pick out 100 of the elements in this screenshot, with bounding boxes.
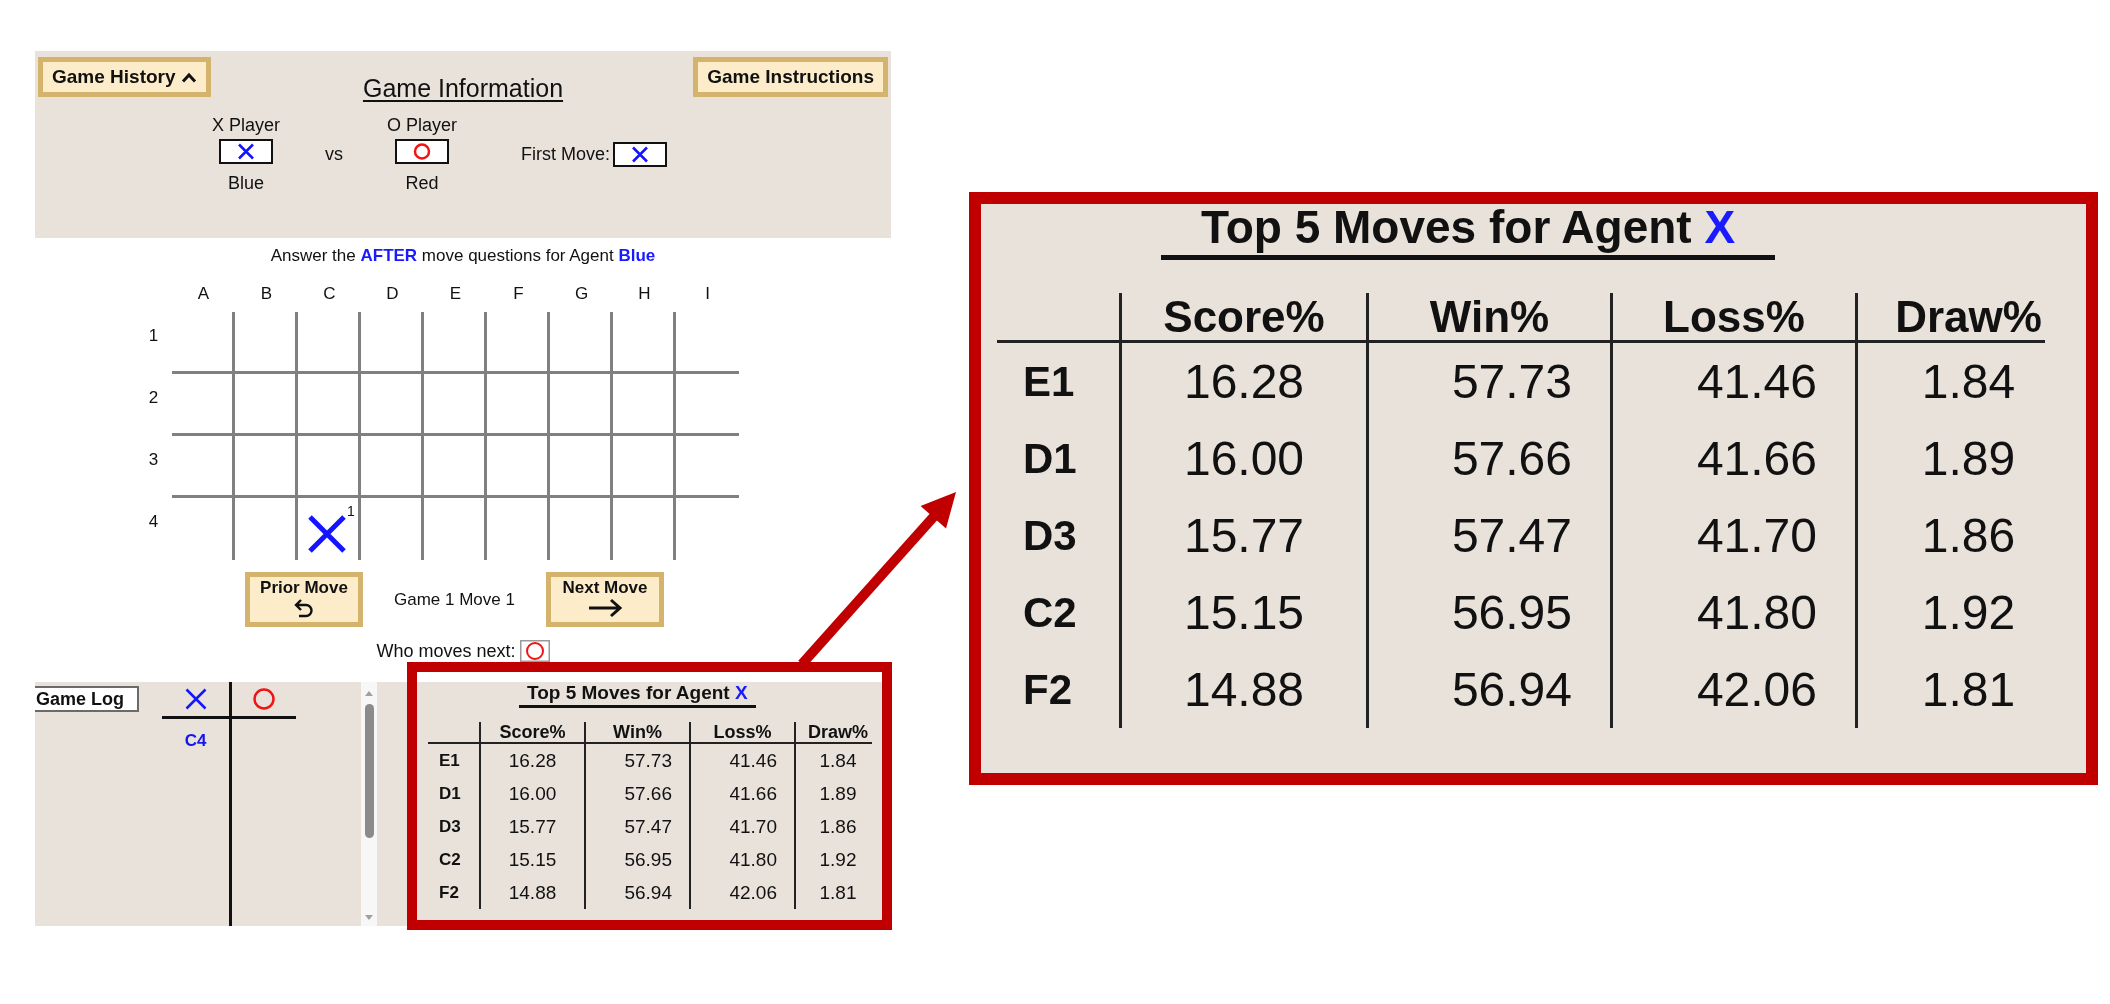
move-label: D1: [1022, 434, 1078, 484]
column-label: A: [196, 284, 211, 305]
first-move-label: First Move:: [521, 143, 610, 165]
column-label: B: [259, 284, 274, 305]
table-cell: 1.86: [794, 810, 872, 843]
column-header: Win%: [584, 722, 689, 744]
table-cell: 1.89: [794, 777, 872, 810]
next-turn-label: Who moves next:: [376, 640, 516, 662]
table-cell: 1.84: [794, 744, 872, 777]
table-cell: 57.47: [584, 810, 689, 843]
table-cell: 1.89: [1855, 420, 2045, 497]
table-cell: 57.73: [584, 744, 689, 777]
next-move-button[interactable]: Next Move: [546, 572, 664, 627]
instruction-text: Answer the AFTER move questions for Agent Blue: [269, 246, 657, 266]
game-instructions-button[interactable]: Game Instructions: [693, 57, 888, 97]
player-label: X Player: [212, 114, 280, 136]
column-label: G: [573, 284, 590, 305]
move-label: C2: [438, 849, 462, 871]
game-history-button[interactable]: Game History: [38, 57, 211, 97]
table-cell: 1.92: [1855, 574, 2045, 651]
panel-title: Game Information: [362, 74, 564, 102]
player-color-label: Blue: [228, 172, 264, 194]
row-label: 2: [147, 387, 160, 409]
move-status: Game 1 Move 1: [393, 589, 516, 610]
undo-arrow-icon: [294, 598, 314, 618]
column-label: H: [637, 284, 652, 305]
table-cell: 57.73: [1366, 343, 1610, 420]
column-label: C: [322, 284, 337, 305]
table-cell: 56.95: [1366, 574, 1610, 651]
column-header: Win%: [1366, 293, 1610, 343]
column-label: I: [704, 284, 711, 305]
x-mark-icon: [183, 687, 208, 711]
table-cell: 41.80: [1610, 574, 1855, 651]
o-mark-icon: [252, 687, 276, 711]
table-cell: 41.70: [689, 810, 794, 843]
move-label: F2: [1022, 665, 1073, 715]
table-cell: 57.47: [1366, 497, 1610, 574]
table-cell: 41.66: [1610, 420, 1855, 497]
move-label: D3: [1022, 511, 1078, 561]
move-number: 1: [347, 504, 355, 518]
x-mark-icon: [307, 514, 347, 554]
column-header: Score%: [1119, 293, 1366, 343]
board-grid[interactable]: [172, 312, 739, 560]
o-mark-icon: [519, 640, 550, 662]
table-cell: 16.28: [1119, 343, 1366, 420]
table-title: Top 5 Moves for Agent: [527, 683, 730, 703]
table-cell: 41.46: [689, 744, 794, 777]
table-cell: 41.46: [1610, 343, 1855, 420]
table-cell: 1.81: [794, 876, 872, 909]
table-cell: 14.88: [1119, 651, 1366, 728]
x-mark-icon: [219, 139, 273, 164]
column-label: F: [512, 284, 525, 305]
table-cell: 57.66: [1366, 420, 1610, 497]
move-label: F2: [438, 882, 460, 904]
row-label: 4: [147, 511, 160, 533]
table-cell: 41.80: [689, 843, 794, 876]
table-cell: 41.70: [1610, 497, 1855, 574]
table-cell: 15.77: [1119, 497, 1366, 574]
row-label: 1: [147, 325, 160, 347]
move-label: C2: [1022, 588, 1078, 638]
table-cell: 15.15: [1119, 574, 1366, 651]
table-cell: 1.86: [1855, 497, 2045, 574]
column-header: Loss%: [689, 722, 794, 744]
agent-name: X: [1704, 204, 1736, 250]
player-color-label: Red: [405, 172, 439, 194]
prior-move-button[interactable]: Prior Move: [245, 572, 363, 627]
table-cell: 42.06: [689, 876, 794, 909]
column-header: Score%: [479, 722, 584, 744]
column-label: D: [385, 284, 400, 305]
move-entry: C4: [184, 731, 207, 751]
column-label: E: [448, 284, 463, 305]
o-mark-icon: [395, 139, 449, 164]
table-cell: 16.00: [1119, 420, 1366, 497]
table-cell: 15.15: [479, 843, 584, 876]
table-cell: 15.77: [479, 810, 584, 843]
move-label: E1: [1022, 357, 1076, 407]
game-log-label: Game Log: [35, 686, 139, 712]
player-label: O Player: [387, 114, 457, 136]
move-label: E1: [438, 750, 461, 772]
column-header: Draw%: [1855, 293, 2045, 343]
scrollbar[interactable]: [361, 682, 377, 926]
right-arrow-icon: [587, 598, 623, 618]
table-cell: 1.81: [1855, 651, 2045, 728]
move-label: D3: [438, 816, 462, 838]
chevron-up-icon: [180, 71, 197, 83]
scroll-up-arrow-icon[interactable]: [365, 691, 373, 696]
table-cell: 42.06: [1610, 651, 1855, 728]
column-header: Draw%: [794, 722, 872, 744]
table-cell: 41.66: [689, 777, 794, 810]
scrollbar-thumb[interactable]: [364, 704, 374, 838]
table-cell: 56.95: [584, 843, 689, 876]
table-cell: 14.88: [479, 876, 584, 909]
table-cell: 1.84: [1855, 343, 2045, 420]
table-cell: 56.94: [1366, 651, 1610, 728]
table-cell: 16.28: [479, 744, 584, 777]
scroll-down-arrow-icon[interactable]: [365, 915, 373, 920]
table-cell: 57.66: [584, 777, 689, 810]
table-cell: 56.94: [584, 876, 689, 909]
table-cell: 16.00: [479, 777, 584, 810]
table-cell: 1.92: [794, 843, 872, 876]
